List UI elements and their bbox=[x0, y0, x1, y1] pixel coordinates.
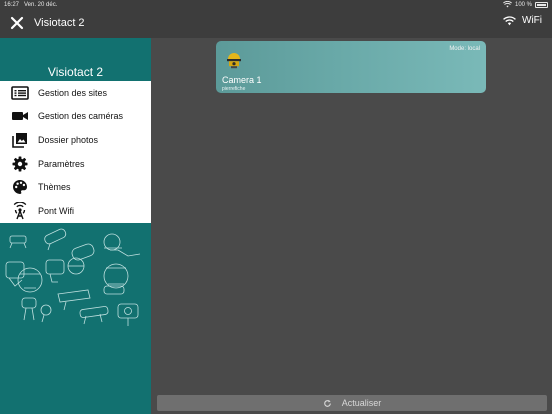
status-bar: 16:27 Ven. 20 déc. 100 % bbox=[0, 0, 552, 10]
antenna-icon bbox=[11, 201, 29, 220]
battery-percent: 100 % bbox=[514, 1, 532, 8]
sidebar-item-themes[interactable]: Thèmes bbox=[0, 175, 151, 199]
camera-subtitle: pierrefiche bbox=[222, 86, 246, 92]
wifi-icon bbox=[503, 15, 516, 25]
nav-title: Visiotact 2 bbox=[34, 17, 85, 29]
sidebar-item-label: Dossier photos bbox=[38, 134, 99, 145]
status-date: Ven. 20 déc. bbox=[24, 2, 58, 8]
sidebar-title: Visiotact 2 bbox=[47, 65, 104, 79]
nav-bar: Visiotact 2 WiFi bbox=[0, 10, 552, 38]
photos-icon bbox=[11, 132, 29, 148]
sidebar-item-gestion-des-cameras[interactable]: Gestion des caméras bbox=[0, 105, 151, 129]
camera-name: Camera 1 bbox=[222, 75, 262, 85]
camera-illustration bbox=[5, 228, 141, 326]
sidebar-item-parametres[interactable]: Paramètres bbox=[0, 152, 151, 176]
list-icon bbox=[11, 85, 29, 101]
sidebar-menu: Gestion des sites Gestion des caméras Do… bbox=[0, 81, 151, 223]
camera-mode: Mode: local bbox=[449, 46, 480, 52]
sidebar-item-dossier-photos[interactable]: Dossier photos bbox=[0, 128, 151, 152]
video-camera-icon bbox=[11, 108, 29, 124]
sidebar-item-label: Paramètres bbox=[38, 158, 85, 169]
refresh-icon bbox=[323, 399, 331, 407]
sidebar-item-label: Gestion des sites bbox=[38, 87, 108, 98]
sidebar: Visiotact 2 Gestion des sites Gestion de… bbox=[0, 38, 151, 414]
refresh-label: Actualiser bbox=[341, 398, 382, 408]
gear-icon bbox=[11, 156, 29, 172]
wifi-signal-icon bbox=[503, 1, 512, 8]
camera-card[interactable]: Mode: local Camera 1 pierrefiche bbox=[216, 41, 486, 93]
close-icon[interactable] bbox=[9, 15, 25, 31]
refresh-button[interactable]: Actualiser bbox=[157, 395, 547, 411]
wifi-label: WiFi bbox=[522, 15, 542, 26]
sidebar-item-label: Gestion des caméras bbox=[38, 111, 124, 122]
wifi-button[interactable]: WiFi bbox=[503, 15, 542, 26]
palette-icon bbox=[11, 179, 29, 195]
battery-icon bbox=[535, 1, 548, 8]
sidebar-item-label: Thèmes bbox=[38, 182, 71, 193]
dome-camera-icon bbox=[227, 53, 241, 69]
main-content: Mode: local Camera 1 pierrefiche bbox=[151, 38, 552, 414]
status-right: 100 % bbox=[503, 1, 548, 8]
sidebar-item-gestion-des-sites[interactable]: Gestion des sites bbox=[0, 81, 151, 105]
sidebar-item-label: Pont Wifi bbox=[38, 205, 75, 216]
status-time: 16:27 bbox=[4, 2, 20, 8]
sidebar-item-pont-wifi[interactable]: Pont Wifi bbox=[0, 199, 151, 223]
